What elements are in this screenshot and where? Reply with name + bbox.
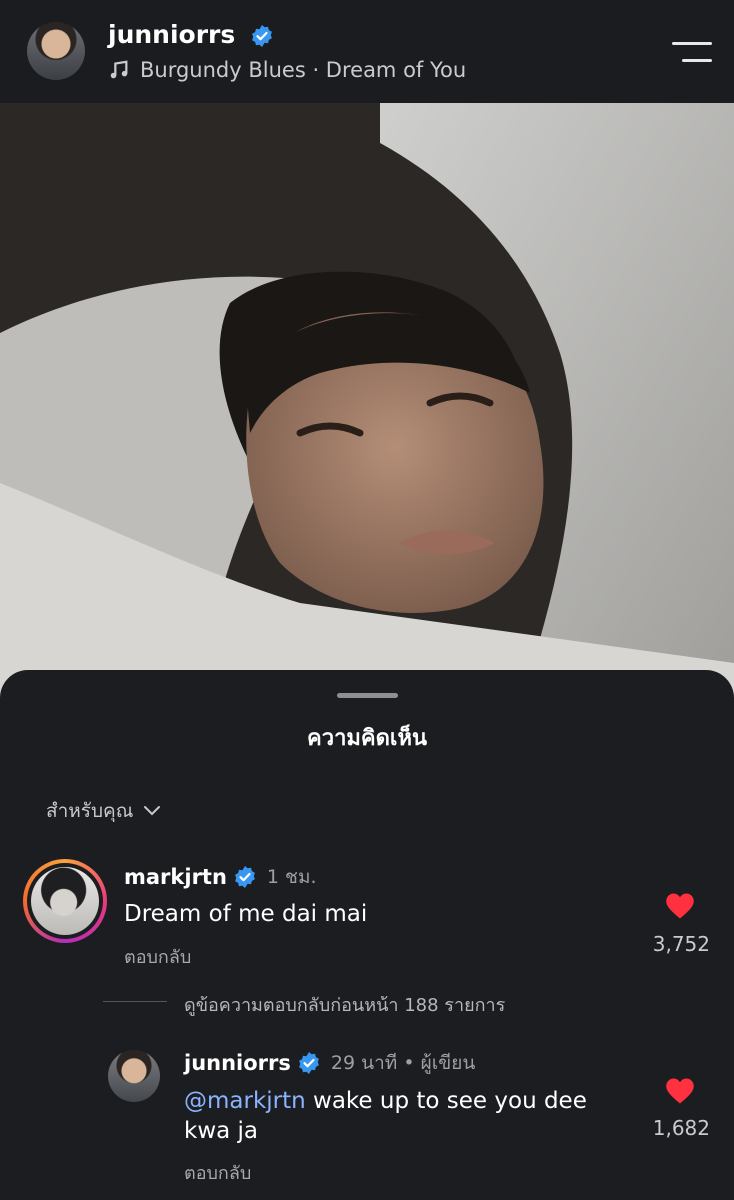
post-author-name[interactable]: junniorrs bbox=[108, 20, 235, 49]
post-photo-illustration bbox=[0, 103, 734, 703]
reply-button[interactable]: ตอบกลับ bbox=[124, 942, 191, 971]
commenter-username[interactable]: markjrtn bbox=[124, 865, 227, 889]
post-image[interactable] bbox=[0, 103, 734, 703]
comment-header: markjrtn 1 ชม. bbox=[124, 862, 317, 892]
post-header: junniorrs Burgundy Blues · Dream of You bbox=[0, 0, 734, 103]
comment-text: Dream of me dai mai bbox=[124, 901, 368, 927]
profile-avatar[interactable] bbox=[27, 22, 85, 80]
comments-sheet: ความคิดเห็น สำหรับคุณ markjrtn 1 ชม. Dre… bbox=[0, 670, 734, 1200]
heart-icon[interactable] bbox=[665, 1077, 695, 1105]
reply-author-avatar[interactable] bbox=[108, 1050, 160, 1102]
sheet-drag-handle[interactable] bbox=[337, 693, 398, 698]
like-count: 1,682 bbox=[652, 1116, 710, 1140]
menu-icon[interactable] bbox=[672, 42, 712, 64]
verified-badge-icon bbox=[235, 866, 255, 888]
commenter-avatar-story-ring[interactable] bbox=[23, 859, 107, 943]
filter-label[interactable]: สำหรับคุณ bbox=[46, 796, 133, 826]
verified-badge-icon bbox=[252, 25, 272, 47]
view-previous-replies[interactable]: ดูข้อความตอบกลับก่อนหน้า 188 รายการ bbox=[184, 990, 505, 1019]
reply-text: @markjrtn wake up to see you dee kwa ja bbox=[184, 1086, 624, 1146]
like-count: 3,752 bbox=[652, 932, 710, 956]
reply-username[interactable]: junniorrs bbox=[184, 1051, 291, 1075]
sheet-title: ความคิดเห็น bbox=[307, 726, 427, 751]
comment-filter-dropdown[interactable]: สำหรับคุณ bbox=[46, 796, 161, 826]
reply-meta: 29 นาที • ผู้เขียน bbox=[330, 1052, 476, 1074]
music-info[interactable]: Burgundy Blues · Dream of You bbox=[108, 58, 466, 82]
reply-button[interactable]: ตอบกลับ bbox=[184, 1158, 251, 1187]
heart-icon[interactable] bbox=[665, 892, 695, 920]
commenter-avatar[interactable] bbox=[31, 867, 99, 935]
replies-divider bbox=[103, 1001, 167, 1002]
reply-header: junniorrs 29 นาที • ผู้เขียน bbox=[184, 1048, 475, 1078]
verified-badge-icon bbox=[298, 1052, 319, 1074]
comment-time: 1 ชม. bbox=[266, 866, 317, 888]
music-note-icon bbox=[110, 60, 128, 79]
chevron-down-icon bbox=[144, 806, 161, 816]
mention-link[interactable]: @markjrtn bbox=[184, 1088, 306, 1114]
post-author[interactable]: junniorrs bbox=[108, 20, 274, 49]
music-title[interactable]: Burgundy Blues · Dream of You bbox=[140, 58, 466, 82]
